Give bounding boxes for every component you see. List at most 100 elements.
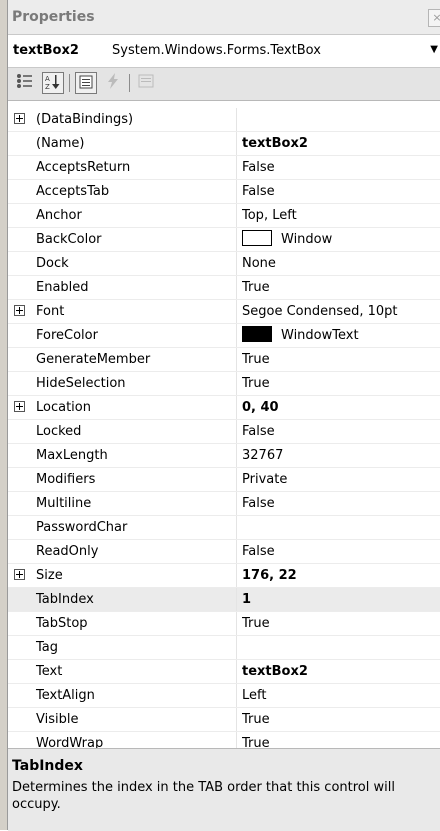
property-name: GenerateMember xyxy=(33,348,237,371)
close-icon[interactable]: × xyxy=(428,9,440,27)
window-left-edge xyxy=(0,0,8,830)
alphabetical-icon[interactable]: AZ xyxy=(42,72,64,94)
property-value[interactable] xyxy=(242,516,440,539)
property-row[interactable]: Font Segoe Condensed, 10pt xyxy=(8,300,440,324)
property-row[interactable]: Size 176, 22 xyxy=(8,564,440,588)
property-value[interactable]: textBox2 xyxy=(242,660,440,683)
property-pages-icon[interactable] xyxy=(135,72,157,94)
property-row[interactable]: BackColor Window xyxy=(8,228,440,252)
property-row[interactable]: Locked False xyxy=(8,420,440,444)
property-name: Text xyxy=(33,660,237,683)
property-row[interactable]: Text textBox2 xyxy=(8,660,440,684)
property-row[interactable]: TextAlign Left xyxy=(8,684,440,708)
property-name: AcceptsTab xyxy=(33,180,237,203)
property-name: Size xyxy=(33,564,237,587)
property-value[interactable]: Private xyxy=(242,468,440,491)
property-name: TabStop xyxy=(33,612,237,635)
row-gutter xyxy=(8,180,32,203)
row-gutter xyxy=(8,396,32,419)
properties-icon[interactable] xyxy=(75,72,97,94)
property-value[interactable]: 176, 22 xyxy=(242,564,440,587)
property-row[interactable]: AcceptsReturn False xyxy=(8,156,440,180)
property-name: Font xyxy=(33,300,237,323)
property-name: (DataBindings) xyxy=(33,108,237,131)
row-gutter xyxy=(8,444,32,467)
property-row[interactable]: Multiline False xyxy=(8,492,440,516)
property-value[interactable]: False xyxy=(242,540,440,563)
expand-plus-icon[interactable] xyxy=(14,401,25,412)
svg-text:Z: Z xyxy=(45,83,50,91)
property-value[interactable]: 32767 xyxy=(242,444,440,467)
toolbar-separator xyxy=(69,74,70,92)
property-grid: (DataBindings) (Name) textBox2 AcceptsRetur… xyxy=(8,108,440,756)
property-row[interactable]: MaxLength 32767 xyxy=(8,444,440,468)
property-value[interactable]: False xyxy=(242,492,440,515)
property-value[interactable]: Window xyxy=(242,228,440,251)
property-row[interactable]: AcceptsTab False xyxy=(8,180,440,204)
row-gutter xyxy=(8,612,32,635)
property-value[interactable]: None xyxy=(242,252,440,275)
row-gutter xyxy=(8,348,32,371)
property-row[interactable]: GenerateMember True xyxy=(8,348,440,372)
row-gutter xyxy=(8,324,32,347)
property-value[interactable]: False xyxy=(242,180,440,203)
property-row[interactable]: TabStop True xyxy=(8,612,440,636)
property-row[interactable]: Enabled True xyxy=(8,276,440,300)
row-gutter xyxy=(8,660,32,683)
property-row[interactable]: Visible True xyxy=(8,708,440,732)
property-value[interactable] xyxy=(242,108,440,131)
property-name: ReadOnly xyxy=(33,540,237,563)
property-row[interactable]: ReadOnly False xyxy=(8,540,440,564)
row-gutter xyxy=(8,252,32,275)
property-row[interactable]: Anchor Top, Left xyxy=(8,204,440,228)
property-value[interactable]: 0, 40 xyxy=(242,396,440,419)
property-row[interactable]: Location 0, 40 xyxy=(8,396,440,420)
property-row[interactable]: PasswordChar xyxy=(8,516,440,540)
property-row[interactable]: Tag xyxy=(8,636,440,660)
property-row[interactable]: HideSelection True xyxy=(8,372,440,396)
chevron-down-icon[interactable]: ▼ xyxy=(430,44,438,55)
row-gutter xyxy=(8,540,32,563)
property-row[interactable]: Dock None xyxy=(8,252,440,276)
row-gutter xyxy=(8,300,32,323)
row-gutter xyxy=(8,228,32,251)
expand-plus-icon[interactable] xyxy=(14,569,25,580)
description-panel: TabIndex Determines the index in the TAB… xyxy=(8,748,440,831)
properties-window: Properties × textBox2 System.Windows.For… xyxy=(0,0,440,831)
description-title: TabIndex xyxy=(12,758,83,774)
property-value[interactable] xyxy=(242,636,440,659)
property-name: Locked xyxy=(33,420,237,443)
row-gutter xyxy=(8,420,32,443)
property-value[interactable]: textBox2 xyxy=(242,132,440,155)
property-name: MaxLength xyxy=(33,444,237,467)
property-row[interactable]: (Name) textBox2 xyxy=(8,132,440,156)
property-value[interactable]: WindowText xyxy=(242,324,440,347)
row-gutter xyxy=(8,156,32,179)
property-value[interactable]: Segoe Condensed, 10pt xyxy=(242,300,440,323)
expand-plus-icon[interactable] xyxy=(14,113,25,124)
toolbar-separator xyxy=(129,74,130,92)
property-value[interactable]: 1 xyxy=(242,588,440,611)
property-value[interactable]: True xyxy=(242,372,440,395)
row-gutter xyxy=(8,564,32,587)
property-row[interactable]: ForeColor WindowText xyxy=(8,324,440,348)
row-gutter xyxy=(8,204,32,227)
property-value[interactable]: False xyxy=(242,156,440,179)
title-bar: Properties × xyxy=(8,0,440,35)
property-value[interactable]: False xyxy=(242,420,440,443)
categorized-icon[interactable] xyxy=(14,72,36,94)
row-gutter xyxy=(8,468,32,491)
property-value[interactable]: Left xyxy=(242,684,440,707)
expand-plus-icon[interactable] xyxy=(14,305,25,316)
property-row[interactable]: Modifiers Private xyxy=(8,468,440,492)
property-value[interactable]: Top, Left xyxy=(242,204,440,227)
object-selector-dropdown[interactable]: textBox2 System.Windows.Forms.TextBox ▼ xyxy=(8,35,440,68)
property-value[interactable]: True xyxy=(242,348,440,371)
property-value[interactable]: True xyxy=(242,276,440,299)
window-title: Properties xyxy=(12,9,95,25)
property-value[interactable]: True xyxy=(242,708,440,731)
property-value[interactable]: True xyxy=(242,612,440,635)
events-icon[interactable] xyxy=(102,72,124,94)
property-row[interactable]: (DataBindings) xyxy=(8,108,440,132)
property-row[interactable]: TabIndex 1 xyxy=(8,588,440,612)
